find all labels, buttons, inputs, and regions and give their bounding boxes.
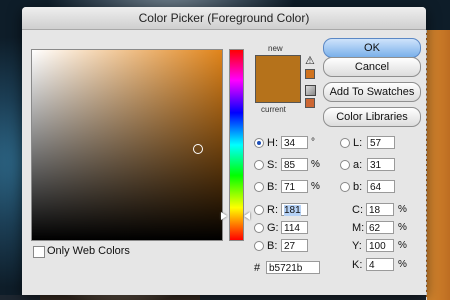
ok-button[interactable]: OK [323,38,421,58]
cyan-input[interactable]: 18 [366,203,394,216]
hex-label: # [254,262,261,274]
hue-input[interactable]: 34 [281,136,308,149]
green-input[interactable]: 114 [281,221,308,234]
a-channel-label: a: [353,159,363,171]
saturation-unit: % [311,159,320,170]
add-to-swatches-button[interactable]: Add To Swatches [323,82,421,102]
red-input-value: 181 [284,205,301,216]
green-radio[interactable] [254,223,264,233]
hue-slider-handle-left[interactable] [221,212,227,220]
yellow-unit: % [398,240,407,251]
hue-slider[interactable] [229,49,244,241]
lightness-label: L: [353,137,363,149]
red-label: R: [267,204,278,216]
brightness-input[interactable]: 71 [281,180,308,193]
b-channel-input[interactable]: 64 [367,180,395,193]
brightness-radio[interactable] [254,182,264,192]
color-preview-swatch [255,55,301,103]
only-web-colors-label[interactable]: Only Web Colors [47,245,130,257]
saturation-label: S: [267,159,278,171]
cancel-button[interactable]: Cancel [323,57,421,77]
saturation-radio[interactable] [254,160,264,170]
blue-label: B: [267,240,278,252]
dialog-title: Color Picker (Foreground Color) [22,7,426,30]
hue-slider-handle-right[interactable] [244,212,250,220]
hue-unit: ° [311,137,315,148]
green-label: G: [267,222,279,234]
hue-label: H: [267,137,278,149]
magenta-input[interactable]: 62 [366,221,394,234]
blue-input[interactable]: 27 [281,239,308,252]
websafe-swatch[interactable] [305,98,315,108]
brightness-unit: % [311,181,320,192]
saturation-input[interactable]: 85 [281,158,308,171]
color-picker-dialog: Color Picker (Foreground Color) new curr… [22,7,426,295]
magenta-label: M: [352,222,365,234]
current-color-label: current [261,105,286,114]
color-libraries-button[interactable]: Color Libraries [323,107,421,127]
hue-radio[interactable] [254,138,264,148]
red-radio[interactable] [254,205,264,215]
hex-input[interactable]: b5721b [266,261,320,274]
brightness-label: B: [267,181,278,193]
black-input[interactable]: 4 [366,258,394,271]
new-color-label: new [268,44,283,53]
color-field-cursor[interactable] [193,144,203,154]
cyan-label: C: [352,204,363,216]
lightness-radio[interactable] [340,138,350,148]
gamut-swatch[interactable] [305,69,315,79]
a-channel-radio[interactable] [340,160,350,170]
red-input[interactable]: 181 [281,203,308,216]
yellow-label: Y: [352,240,362,252]
lightness-input[interactable]: 57 [367,136,395,149]
a-channel-input[interactable]: 31 [367,158,395,171]
color-field[interactable] [31,49,223,241]
b-channel-radio[interactable] [340,182,350,192]
only-web-colors-checkbox[interactable] [33,246,45,258]
selection-marquee [426,30,450,300]
black-label: K: [352,259,363,271]
magenta-unit: % [398,222,407,233]
warning-triangle-icon[interactable]: ⚠ [305,54,315,67]
yellow-input[interactable]: 100 [366,239,394,252]
blue-radio[interactable] [254,241,264,251]
cyan-unit: % [398,204,407,215]
b-channel-label: b: [353,181,363,193]
cube-icon[interactable] [305,85,316,96]
black-unit: % [398,259,407,270]
